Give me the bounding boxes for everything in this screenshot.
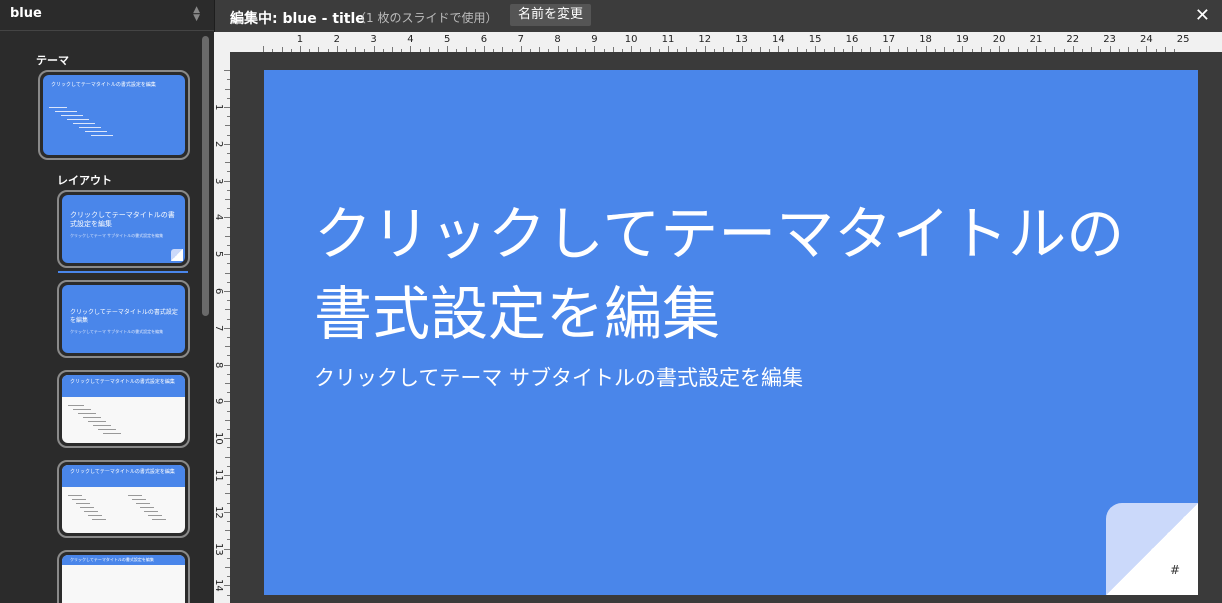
theme-master-thumbnail[interactable]: クリックしてテーマタイトルの書式設定を編集 xyxy=(38,70,190,160)
ruler-number: 7 xyxy=(517,34,524,45)
ruler-number: 4 xyxy=(407,34,414,45)
slide-corner-decoration xyxy=(1106,503,1198,595)
editor-topbar: 編集中: blue - title （1 枚のスライドで使用） 名前を変更 ✕ xyxy=(216,0,1222,32)
ruler-number: 8 xyxy=(213,361,224,368)
slide-title-placeholder[interactable]: クリックしてテーマタイトルの書式設定を編集 xyxy=(314,194,1174,354)
horizontal-ruler: 1 2 3 4 5 6 7 8 9 10 11 12 13 14 15 16 17 18 19 20 21 22 23 24 2… xyxy=(230,32,1222,52)
thumb-title: クリックしてテーマタイトルの書式設定を編集 xyxy=(70,379,175,385)
ruler-number: 14 xyxy=(772,34,785,45)
ruler-number: 15 xyxy=(808,34,822,45)
layout-thumbnail-section[interactable]: クリックしてテーマタイトルの書式設定を編集 クリックしてテーマ サブタイトルの書… xyxy=(57,280,190,358)
editing-title: 編集中: blue - title xyxy=(230,11,365,27)
theme-section-label: テーマ xyxy=(36,54,69,67)
ruler-corner xyxy=(214,32,230,52)
ruler-number: 13 xyxy=(213,542,224,556)
layout-thumbnail-title-only[interactable]: クリックしてテーマタイトルの書式設定を編集 xyxy=(57,550,190,603)
ruler-number: 2 xyxy=(333,34,340,45)
ruler-number: 11 xyxy=(661,34,675,45)
thumb-subtitle: クリックしてテーマ サブタイトルの書式設定を編集 xyxy=(70,233,164,238)
ruler-number: 24 xyxy=(1140,34,1153,45)
ruler-number: 21 xyxy=(1029,34,1043,45)
ruler-number: 2 xyxy=(213,140,224,148)
ruler-number: 5 xyxy=(213,251,224,258)
sidebar-scrollbar[interactable] xyxy=(202,36,209,316)
ruler-number: 1 xyxy=(213,104,224,111)
thumb-title: クリックしてテーマタイトルの書式設定を編集 xyxy=(70,309,178,324)
ruler-number: 17 xyxy=(882,34,896,45)
selected-indicator xyxy=(58,271,188,273)
ruler-number: 6 xyxy=(213,288,224,295)
slide-subtitle-placeholder[interactable]: クリックしてテーマ サブタイトルの書式設定を編集 xyxy=(314,362,803,392)
close-icon[interactable]: ✕ xyxy=(1195,5,1210,26)
theme-name: blue xyxy=(10,6,42,21)
ruler-number: 6 xyxy=(480,34,488,45)
ruler-number: 22 xyxy=(1066,34,1080,45)
thumb-title: クリックしてテーマタイトルの書式設定を編集 xyxy=(70,469,175,475)
ruler-number: 16 xyxy=(845,34,859,45)
ruler-number: 12 xyxy=(213,505,224,519)
layout-section-label: レイアウト xyxy=(57,174,112,187)
rename-button[interactable]: 名前を変更 xyxy=(510,4,592,26)
ruler-number: 3 xyxy=(213,177,224,184)
select-arrows-icon: ▲ ▼ xyxy=(193,5,200,23)
vertical-ruler: 1 2 3 4 5 6 7 8 9 10 11 12 13 14 xyxy=(213,52,230,603)
ruler-number: 23 xyxy=(1103,34,1116,45)
ruler-number: 9 xyxy=(213,398,224,405)
thumb-corner-decoration xyxy=(171,249,183,261)
layout-thumbnail-title-body[interactable]: クリックしてテーマタイトルの書式設定を編集 xyxy=(57,370,190,448)
ruler-number: 8 xyxy=(554,34,561,45)
ruler-number: 7 xyxy=(213,324,224,332)
ruler-number: 13 xyxy=(735,34,748,45)
ruler-number: 3 xyxy=(370,34,377,45)
ruler-number: 20 xyxy=(992,34,1006,45)
layout-thumbnail-two-columns[interactable]: クリックしてテーマタイトルの書式設定を編集 xyxy=(57,460,190,538)
thumb-title: クリックしてテーマタイトルの書式設定を編集 xyxy=(70,211,175,228)
theme-selector[interactable]: blue ▲ ▼ xyxy=(0,0,214,31)
ruler-number: 1 xyxy=(296,34,304,45)
ruler-number: 9 xyxy=(591,34,598,45)
ruler-number: 11 xyxy=(213,469,224,482)
ruler-number: 18 xyxy=(919,34,932,45)
thumb-subtitle: クリックしてテーマ サブタイトルの書式設定を編集 xyxy=(70,329,164,334)
thumb-title: クリックしてテーマタイトルの書式設定を編集 xyxy=(70,557,154,562)
ruler-number: 5 xyxy=(444,34,451,45)
layout-thumbnail-title[interactable]: クリックしてテーマタイトルの書式設定を編集 クリックしてテーマ サブタイトルの書… xyxy=(57,190,190,268)
slide-preview[interactable]: クリックしてテーマタイトルの書式設定を編集 クリックしてテーマ サブタイトルの書… xyxy=(264,70,1198,595)
ruler-number: 4 xyxy=(213,214,224,221)
ruler-number: 10 xyxy=(213,432,224,445)
usage-count: （1 枚のスライドで使用） xyxy=(354,11,498,25)
ruler-number: 12 xyxy=(698,34,712,45)
ruler-number: 14 xyxy=(213,579,224,593)
slide-number-placeholder[interactable]: # xyxy=(1170,563,1180,577)
thumb-title: クリックしてテーマタイトルの書式設定を編集 xyxy=(51,82,156,88)
ruler-number: 25 xyxy=(1176,34,1190,45)
ruler-number: 10 xyxy=(624,34,638,45)
layout-sidebar: blue ▲ ▼ テーマ クリックしてテーマタイトルの書式設定を編集 レイアウト … xyxy=(0,0,215,603)
ruler-number: 19 xyxy=(956,34,969,45)
